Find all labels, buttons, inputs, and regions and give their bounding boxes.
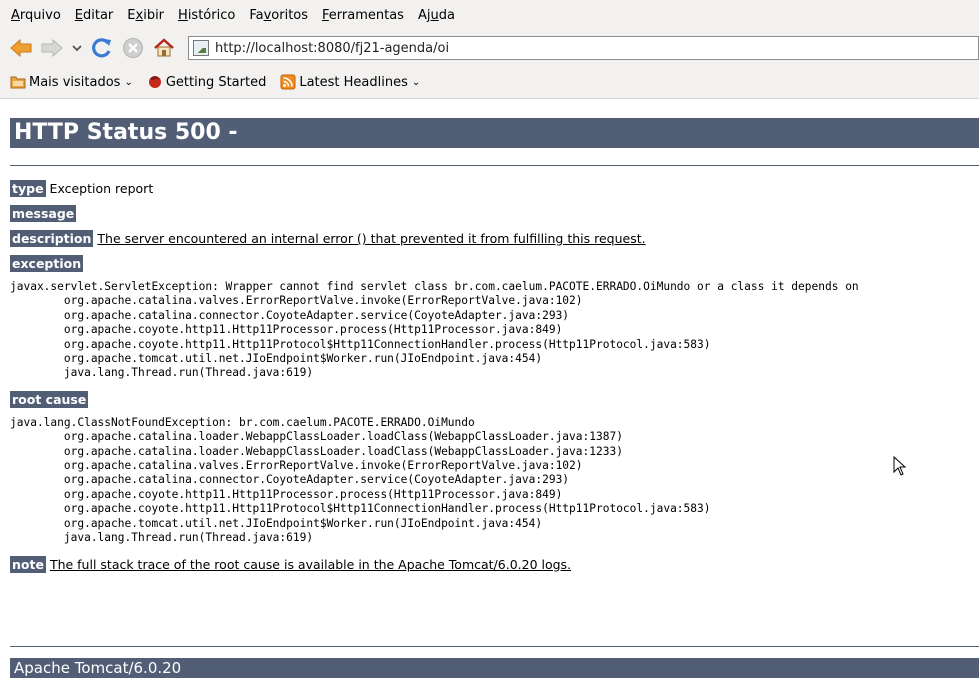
trace-line: org.apache.tomcat.util.net.JIoEndpoint$W… <box>10 352 543 366</box>
root-cause-stack-trace: java.lang.ClassNotFoundException: br.com… <box>10 416 979 546</box>
type-value: Exception report <box>49 181 154 196</box>
bookmark-mais-visitados[interactable]: Mais visitados ⌄ <box>10 75 133 90</box>
bookmark-label: Getting Started <box>165 74 267 90</box>
server-footer: Apache Tomcat/6.0.20 <box>10 658 979 678</box>
trace-line: org.apache.catalina.connector.CoyoteAdap… <box>10 473 570 487</box>
back-button[interactable] <box>8 35 34 61</box>
description-value: The server encountered an internal error… <box>97 231 646 246</box>
menu-item[interactable]: Ajuda <box>411 8 462 23</box>
history-dropdown-icon <box>72 45 82 52</box>
bookmark-label: Latest Headlines <box>299 74 408 90</box>
folder-icon <box>10 76 26 89</box>
menu-item[interactable]: Ferramentas <box>315 8 411 23</box>
type-label: type <box>10 180 46 197</box>
bookmark-latest-headlines[interactable]: Latest Headlines ⌄ <box>280 74 420 90</box>
site-favicon-icon <box>193 40 209 56</box>
trace-line: org.apache.coyote.http11.Http11Processor… <box>10 323 563 337</box>
trace-line: java.lang.Thread.run(Thread.java:619) <box>10 366 314 380</box>
back-arrow-icon <box>10 39 32 57</box>
trace-line: org.apache.coyote.http11.Http11Processor… <box>10 487 563 501</box>
trace-line: org.apache.catalina.loader.WebappClassLo… <box>10 430 623 444</box>
trace-line: org.apache.coyote.http11.Http11Protocol$… <box>10 502 711 516</box>
note-value: The full stack trace of the root cause i… <box>49 556 572 572</box>
bookmarks-toolbar: Mais visitados ⌄ Getting Started Latest … <box>0 66 979 99</box>
rss-feed-icon <box>280 74 296 90</box>
trace-line: org.apache.catalina.valves.ErrorReportVa… <box>10 459 583 473</box>
url-bar[interactable]: http://localhost:8080/fj21-agenda/oi <box>188 36 979 60</box>
forward-button[interactable] <box>39 35 65 61</box>
footer-divider <box>10 646 979 647</box>
trace-line: org.apache.catalina.connector.CoyoteAdap… <box>10 308 570 322</box>
chevron-down-icon: ⌄ <box>411 76 421 88</box>
home-icon <box>154 38 174 57</box>
chevron-down-icon: ⌄ <box>124 76 133 88</box>
description-row: description The server encountered an in… <box>10 230 979 247</box>
page-title: HTTP Status 500 - <box>10 118 979 148</box>
forward-arrow-icon <box>41 39 63 57</box>
exception-stack-trace: javax.servlet.ServletException: Wrapper … <box>10 280 979 381</box>
menu-item[interactable]: Histórico <box>171 8 242 23</box>
navigation-toolbar: http://localhost:8080/fj21-agenda/oi <box>0 30 979 66</box>
divider <box>10 165 979 166</box>
menu-item[interactable]: Editar <box>68 8 121 23</box>
exception-label: exception <box>10 255 84 272</box>
home-button[interactable] <box>151 35 177 61</box>
menu-bar: Arquivo Editar Exibir Histórico Favoritos Fer… <box>0 0 979 30</box>
trace-line: org.apache.catalina.loader.WebappClassLo… <box>10 444 623 458</box>
reload-button[interactable] <box>89 35 115 61</box>
mouse-pointer-icon <box>893 456 907 476</box>
trace-line: javax.servlet.ServletException: Wrapper … <box>10 280 859 293</box>
menu-item[interactable]: Arquivo <box>4 8 68 23</box>
history-dropdown-button[interactable] <box>70 35 84 61</box>
trace-line: org.apache.tomcat.util.net.JIoEndpoint$W… <box>10 516 543 530</box>
message-row: message <box>10 205 979 222</box>
page-content: HTTP Status 500 - type Exception report … <box>10 118 979 581</box>
message-label: message <box>10 205 77 222</box>
description-label: description <box>10 230 94 247</box>
bookmark-label: Mais visitados <box>29 74 121 90</box>
trace-line: org.apache.catalina.valves.ErrorReportVa… <box>10 294 583 308</box>
root-cause-row: root cause <box>10 390 979 408</box>
type-row: type Exception report <box>10 180 979 197</box>
menu-item[interactable]: Exibir <box>120 8 171 23</box>
menu-item[interactable]: Favoritos <box>242 8 315 23</box>
stop-icon <box>123 38 143 58</box>
trace-line: java.lang.ClassNotFoundException: br.com… <box>10 415 475 429</box>
root-cause-label: root cause <box>10 390 89 408</box>
stop-button[interactable] <box>120 35 146 61</box>
reload-icon <box>92 38 111 58</box>
note-label: note <box>10 555 46 573</box>
firefox-icon <box>148 76 161 88</box>
url-text[interactable]: http://localhost:8080/fj21-agenda/oi <box>215 41 449 56</box>
trace-line: java.lang.Thread.run(Thread.java:619) <box>10 531 314 545</box>
exception-row: exception <box>10 255 979 272</box>
note-row: note The full stack trace of the root ca… <box>10 555 979 573</box>
trace-line: org.apache.coyote.http11.Http11Protocol$… <box>10 337 711 351</box>
bookmark-getting-started[interactable]: Getting Started <box>147 74 267 90</box>
